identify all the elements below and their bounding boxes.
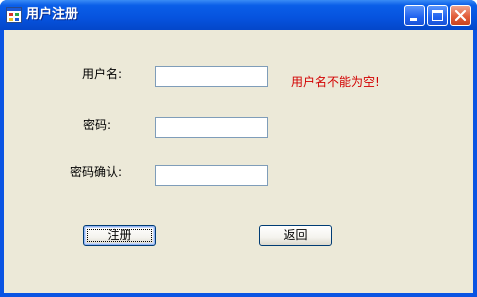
confirm-password-label: 密码确认: — [70, 165, 123, 179]
close-button[interactable] — [450, 5, 471, 26]
username-error-message: 用户名不能为空! — [291, 75, 380, 89]
window-title: 用户注册 — [26, 7, 79, 22]
password-input[interactable] — [155, 117, 268, 138]
confirm-password-input[interactable] — [155, 165, 268, 186]
app-form-icon — [6, 7, 22, 23]
username-label: 用户名: — [82, 67, 123, 81]
password-label: 密码: — [83, 118, 112, 132]
back-button[interactable]: 返回 — [259, 225, 332, 246]
maximize-button[interactable] — [427, 5, 448, 26]
focus-indicator — [87, 229, 152, 242]
title-bar[interactable]: 用户注册 — [0, 0, 477, 30]
form-client-area: 用户名: 用户名不能为空! 密码: 密码确认: 注册 返回 — [4, 30, 473, 293]
maximize-icon — [432, 10, 443, 21]
registration-window: 用户注册 用户名: 用户名不能为空! 密码: 密码确认: 注册 返回 — [0, 0, 477, 297]
minimize-icon — [410, 18, 417, 21]
username-input[interactable] — [155, 66, 268, 87]
back-button-label: 返回 — [283, 228, 308, 242]
close-icon — [454, 9, 467, 22]
minimize-button[interactable] — [404, 5, 425, 26]
register-button[interactable]: 注册 — [83, 225, 156, 246]
